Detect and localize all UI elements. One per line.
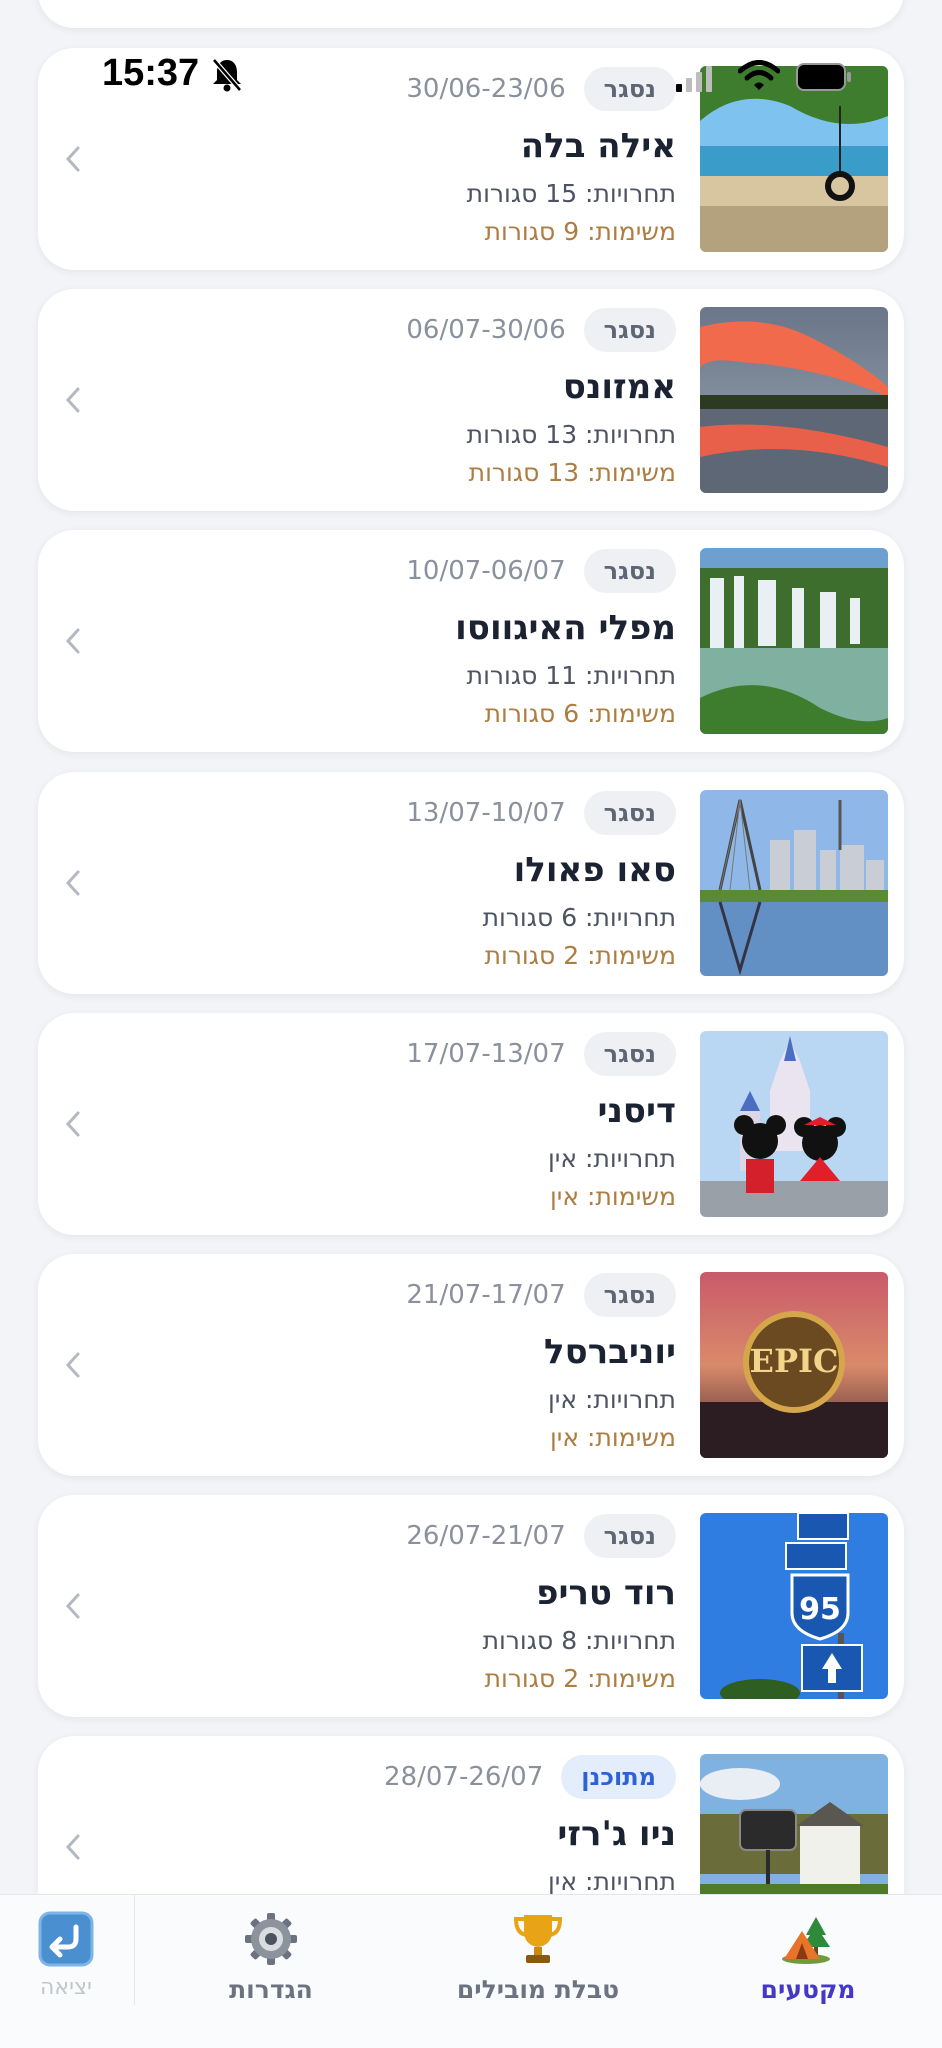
trip-card[interactable]: נסגר 30/06-23/06 אילה בלה תחרויות: 15 סג… bbox=[38, 48, 904, 270]
chevron-left-icon bbox=[65, 146, 80, 172]
status-badge: נסגר bbox=[583, 308, 676, 352]
trip-title: יוניברסל bbox=[544, 1332, 676, 1372]
trip-dates: 26/07-21/07 bbox=[406, 1521, 566, 1551]
trip-challenges: תחרויות: 13 סגורות bbox=[466, 420, 676, 449]
trip-tasks: משימות: 13 סגורות bbox=[468, 458, 676, 487]
trip-challenges: תחרויות: אין bbox=[547, 1144, 676, 1173]
trip-tasks: משימות: 9 סגורות bbox=[484, 217, 676, 246]
trip-card[interactable]: נסגר 13/07-10/07 סאו פאולו תחרויות: 6 סג… bbox=[38, 772, 904, 994]
trip-image-highway: 95 bbox=[700, 1513, 888, 1699]
epic-logo-text: EPIC bbox=[750, 1342, 839, 1380]
status-badge: נסגר bbox=[583, 791, 676, 835]
trip-dates: 10/07-06/07 bbox=[406, 556, 566, 586]
return-arrow-icon bbox=[38, 1911, 94, 1967]
trip-tasks: משימות: 2 סגורות bbox=[484, 941, 676, 970]
tab-segments[interactable]: מקטעים bbox=[748, 1909, 868, 2004]
chevron-left-icon bbox=[65, 1593, 80, 1619]
trip-card-partial[interactable] bbox=[38, 0, 904, 28]
trip-title: מפלי האיגווסו bbox=[455, 608, 676, 648]
trip-tasks: משימות: אין bbox=[550, 1423, 676, 1452]
trip-image-beach bbox=[700, 66, 888, 252]
trip-dates: 28/07-26/07 bbox=[384, 1762, 544, 1792]
trip-card[interactable]: נסגר 17/07-13/07 דיסני תחרויות: אין משימ… bbox=[38, 1013, 904, 1235]
trip-tasks: משימות: 6 סגורות bbox=[484, 699, 676, 728]
trip-tasks: משימות: 2 סגורות bbox=[484, 1664, 676, 1693]
status-badge: נסגר bbox=[583, 549, 676, 593]
trip-challenges: תחרויות: 15 סגורות bbox=[466, 179, 676, 208]
trophy-icon bbox=[513, 1915, 563, 1963]
trip-title: דיסני bbox=[597, 1091, 676, 1131]
gear-icon bbox=[245, 1913, 297, 1965]
tab-label: יציאה bbox=[40, 1975, 92, 2000]
tab-label: טבלת מובילים bbox=[456, 1975, 620, 2004]
trip-dates: 13/07-10/07 bbox=[406, 798, 566, 828]
trip-dates: 30/06-23/06 bbox=[406, 74, 566, 104]
trip-card[interactable]: נסגר 06/07-30/06 אמזונס תחרויות: 13 סגור… bbox=[38, 289, 904, 511]
trip-title: אמזונס bbox=[562, 367, 676, 407]
chevron-left-icon bbox=[65, 870, 80, 896]
trip-card[interactable]: נסגר 10/07-06/07 מפלי האיגווסו תחרויות: … bbox=[38, 530, 904, 752]
trip-image-city bbox=[700, 790, 888, 976]
trip-title: ניו ג'רזי bbox=[557, 1814, 676, 1854]
trip-image-amazon bbox=[700, 307, 888, 493]
status-badge-planned: מתוכנן bbox=[561, 1755, 676, 1799]
tab-settings[interactable]: הגדרות bbox=[226, 1909, 316, 2004]
trip-image-castle bbox=[700, 1031, 888, 1217]
trip-image-waterfalls bbox=[700, 548, 888, 734]
trip-dates: 17/07-13/07 bbox=[406, 1039, 566, 1069]
status-badge: נסגר bbox=[583, 1514, 676, 1558]
trip-challenges: תחרויות: 8 סגורות bbox=[482, 1626, 676, 1655]
trip-tasks: משימות: אין bbox=[550, 1182, 676, 1211]
trip-challenges: תחרויות: אין bbox=[547, 1385, 676, 1414]
tab-label: מקטעים bbox=[760, 1975, 856, 2004]
highway-number-text: 95 bbox=[799, 1592, 841, 1627]
chevron-left-icon bbox=[65, 1111, 80, 1137]
bottom-tab-bar: מקטעים טבלת מובילים הגדרות יציאה bbox=[0, 1894, 942, 2048]
trip-challenges: תחרויות: 11 סגורות bbox=[466, 661, 676, 690]
trip-dates: 21/07-17/07 bbox=[406, 1280, 566, 1310]
trip-challenges: תחרויות: 6 סגורות bbox=[482, 903, 676, 932]
trip-title: רוד טריפ bbox=[536, 1573, 676, 1613]
status-badge: נסגר bbox=[583, 67, 676, 111]
trip-title: אילה בלה bbox=[520, 126, 676, 166]
chevron-left-icon bbox=[65, 387, 80, 413]
status-badge: נסגר bbox=[583, 1032, 676, 1076]
tent-icon bbox=[782, 1917, 830, 1964]
chevron-left-icon bbox=[65, 1352, 80, 1378]
trip-image-epic: EPIC bbox=[700, 1272, 888, 1458]
tab-exit[interactable]: יציאה bbox=[36, 1909, 96, 2000]
trip-card[interactable]: EPIC נסגר 21/07-17/07 יוניברסל תחרויות: … bbox=[38, 1254, 904, 1476]
tab-leaderboard[interactable]: טבלת מובילים bbox=[455, 1909, 621, 2004]
tab-label: הגדרות bbox=[229, 1975, 313, 2004]
chevron-left-icon bbox=[65, 628, 80, 654]
status-badge: נסגר bbox=[583, 1273, 676, 1317]
trip-card[interactable]: 95 נסגר 26/07-21/07 רוד טריפ תחרויות: 8 … bbox=[38, 1495, 904, 1717]
trip-dates: 06/07-30/06 bbox=[406, 315, 566, 345]
chevron-left-icon bbox=[65, 1834, 80, 1860]
trip-title: סאו פאולו bbox=[513, 850, 676, 890]
tab-divider bbox=[134, 1895, 135, 2005]
